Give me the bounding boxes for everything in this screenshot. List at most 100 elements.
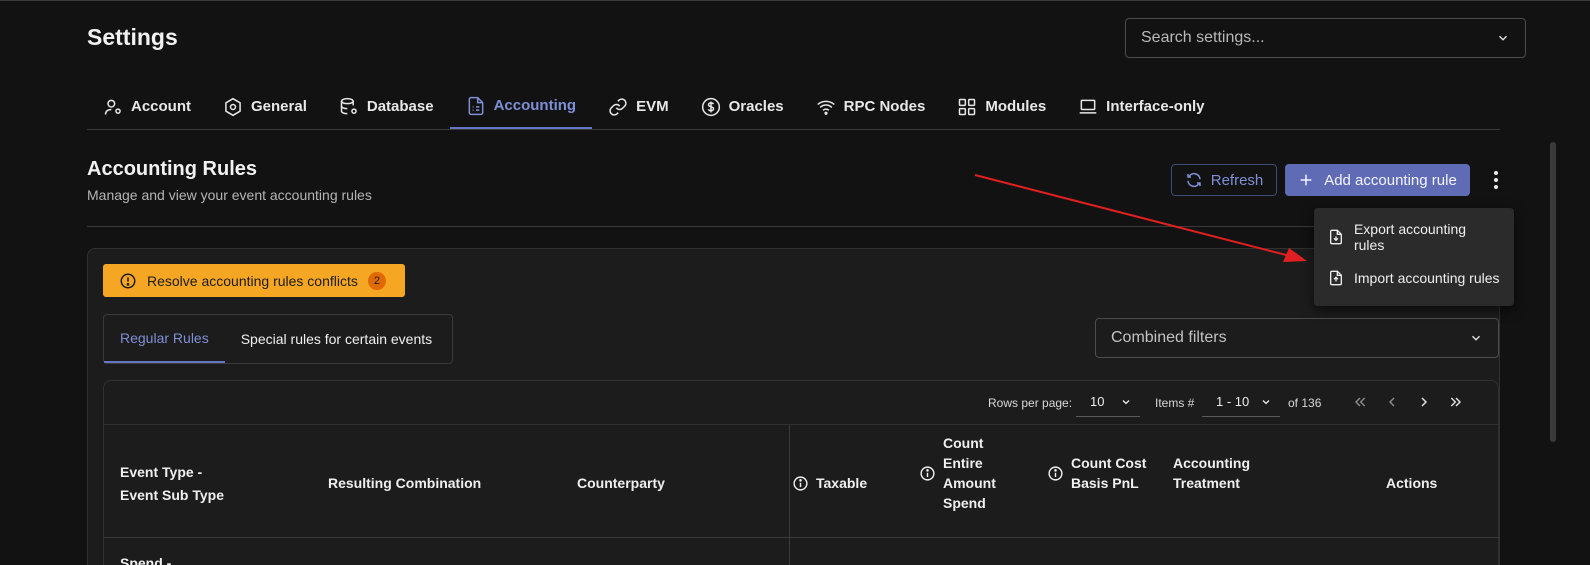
rows-per-page-select[interactable]: 10 (1076, 387, 1140, 417)
tab-label: General (251, 98, 307, 115)
tab-database[interactable]: Database (323, 84, 450, 129)
plus-icon (1300, 174, 1312, 186)
tab-oracles[interactable]: Oracles (685, 84, 800, 129)
add-accounting-rule-button[interactable]: Add accounting rule (1285, 164, 1470, 196)
tab-rpc-nodes[interactable]: RPC Nodes (800, 84, 942, 129)
last-page-icon[interactable] (1448, 394, 1464, 410)
header-line: Count Cost (1071, 455, 1147, 471)
tab-label: Oracles (728, 98, 784, 115)
hexagon-gear-icon (225, 97, 241, 116)
header-actions: Actions (1386, 475, 1438, 491)
items-total: of 136 (1288, 396, 1322, 410)
info-icon[interactable] (792, 475, 809, 492)
grid-icon (959, 98, 976, 115)
info-icon[interactable] (1047, 465, 1064, 482)
header-line: Spend (943, 495, 986, 511)
section-divider (87, 226, 1500, 227)
rows-per-page-value: 10 (1090, 394, 1105, 409)
tab-label: Modules (985, 98, 1047, 115)
settings-tabs: Account General Database Accounting EVM … (87, 84, 1500, 130)
tab-accounting[interactable]: Accounting (449, 84, 593, 129)
tab-evm[interactable]: EVM (592, 84, 685, 129)
search-settings-field[interactable] (1125, 18, 1526, 58)
page-title: Settings (87, 24, 178, 50)
refresh-button[interactable]: Refresh (1171, 164, 1277, 196)
import-accounting-rules-item[interactable]: Import accounting rules (1314, 257, 1514, 298)
first-page-icon[interactable] (1352, 394, 1368, 410)
header-taxable[interactable]: Taxable (792, 473, 867, 493)
export-label: Export accounting rules (1353, 220, 1467, 253)
export-accounting-rules-item[interactable]: Export accounting rules (1314, 216, 1514, 257)
header-accounting-treatment[interactable]: Accounting Treatment (1173, 453, 1250, 493)
section-subtitle: Manage and view your event accounting ru… (87, 187, 372, 203)
tab-label: EVM (636, 98, 669, 115)
conflicts-count-badge: 2 (367, 271, 386, 290)
warning-circle-icon (120, 273, 136, 288)
page-scrollbar[interactable] (1550, 142, 1556, 442)
header-line: Basis PnL (1071, 475, 1139, 491)
tab-regular-rules[interactable]: Regular Rules (104, 315, 225, 363)
more-options-button[interactable] (1484, 166, 1508, 194)
chevron-down-icon (1498, 35, 1508, 41)
file-import-icon (1330, 270, 1342, 285)
search-input[interactable] (1141, 29, 1496, 47)
header-counterparty[interactable]: Counterparty (577, 473, 665, 493)
tab-label: Accounting (493, 97, 577, 114)
conflicts-label: Resolve accounting rules conflicts (147, 272, 358, 289)
tab-account[interactable]: Account (87, 84, 207, 129)
tab-general[interactable]: General (207, 84, 323, 129)
chevron-down-icon (1471, 335, 1481, 341)
header-line: Amount (943, 475, 996, 491)
header-line: Entire (943, 455, 983, 471)
kebab-dot (1494, 178, 1498, 182)
chevron-down-icon (1262, 399, 1270, 404)
rules-table: Rows per page: 10 Items # 1 - 10 of 136 … (103, 380, 1500, 565)
header-label: Count Cost Basis PnL (1071, 453, 1146, 493)
resolve-conflicts-button[interactable]: Resolve accounting rules conflicts 2 (103, 264, 405, 297)
chevron-down-icon (1122, 399, 1130, 404)
tab-label: Database (366, 98, 434, 115)
tab-label: Account (131, 98, 191, 115)
tab-interface-only[interactable]: Interface-only (1062, 84, 1220, 129)
kebab-dot (1494, 185, 1498, 189)
file-export-icon (1329, 229, 1342, 244)
rows-per-page-label: Rows per page: (988, 396, 1073, 410)
column-divider (789, 425, 790, 565)
rules-subtabs: Regular Rules Special rules for certain … (103, 314, 453, 364)
previous-page-icon[interactable] (1384, 394, 1400, 410)
laptop-icon (1079, 99, 1097, 114)
filter-label: Combined filters (1111, 329, 1227, 346)
items-range-select[interactable]: 1 - 10 (1202, 387, 1280, 417)
kebab-dot (1494, 171, 1498, 175)
more-options-menu: Export accounting rules Import accountin… (1314, 208, 1514, 306)
wifi-icon (816, 100, 835, 115)
header-divider (104, 537, 1500, 538)
refresh-label: Refresh (1210, 171, 1264, 189)
dollar-circle-icon (701, 97, 720, 116)
header-count-entire-amount-spend[interactable]: Count Entire Amount Spend (919, 433, 996, 513)
next-page-icon[interactable] (1416, 394, 1432, 410)
tab-modules[interactable]: Modules (941, 84, 1062, 129)
import-label: Import accounting rules (1354, 269, 1500, 286)
header-line: Event Type - (120, 464, 203, 480)
header-event-type[interactable]: Event Type - Event Sub Type (120, 461, 224, 507)
tab-label: Interface-only (1106, 98, 1205, 115)
tab-special-rules[interactable]: Special rules for certain events (225, 315, 448, 363)
top-border (0, 0, 1590, 1)
info-icon[interactable] (919, 465, 936, 482)
file-list-icon (468, 96, 483, 115)
header-line: Accounting (1173, 455, 1250, 471)
header-line: Count (943, 435, 984, 451)
refresh-icon (1186, 172, 1201, 188)
header-label: Taxable (816, 475, 868, 491)
pagination-bar: Rows per page: 10 Items # 1 - 10 of 136 (104, 381, 1500, 425)
add-label: Add accounting rule (1324, 171, 1457, 189)
header-resulting-combination[interactable]: Resulting Combination (328, 473, 481, 493)
items-label: Items # (1155, 396, 1195, 410)
database-gear-icon (340, 97, 357, 114)
combined-filters-select[interactable]: Combined filters (1095, 318, 1499, 358)
items-range-value: 1 - 10 (1216, 394, 1250, 409)
tab-label: RPC Nodes (843, 98, 926, 115)
header-label: Count Entire Amount Spend (943, 433, 996, 513)
header-count-cost-basis-pnl[interactable]: Count Cost Basis PnL (1047, 453, 1146, 493)
